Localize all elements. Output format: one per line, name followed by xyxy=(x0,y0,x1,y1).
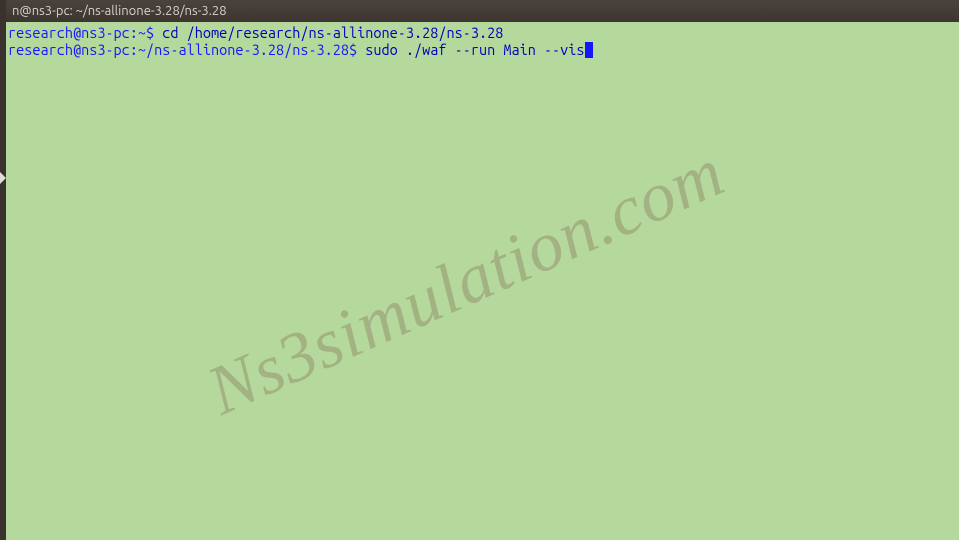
shell-command: sudo ./waf --run Main --vis xyxy=(357,41,584,58)
window-title: n@ns3-pc: ~/ns-allinone-3.28/ns-3.28 xyxy=(12,4,227,18)
terminal-body[interactable]: research@ns3-pc:~$ cd /home/research/ns-… xyxy=(6,22,959,540)
terminal-window: n@ns3-pc: ~/ns-allinone-3.28/ns-3.28 res… xyxy=(6,0,959,540)
unity-launcher-edge xyxy=(0,0,6,540)
shell-command: cd /home/research/ns-allinone-3.28/ns-3.… xyxy=(154,24,503,41)
terminal-line: research@ns3-pc:~/ns-allinone-3.28/ns-3.… xyxy=(8,41,959,58)
shell-prompt: research@ns3-pc:~/ns-allinone-3.28/ns-3.… xyxy=(8,41,357,58)
launcher-arrow-indicator xyxy=(0,172,6,184)
terminal-cursor xyxy=(585,42,593,58)
terminal-line: research@ns3-pc:~$ cd /home/research/ns-… xyxy=(8,24,959,41)
window-titlebar[interactable]: n@ns3-pc: ~/ns-allinone-3.28/ns-3.28 xyxy=(6,0,959,22)
watermark-text: Ns3simulation.com xyxy=(209,161,724,403)
shell-prompt: research@ns3-pc:~$ xyxy=(8,24,154,41)
